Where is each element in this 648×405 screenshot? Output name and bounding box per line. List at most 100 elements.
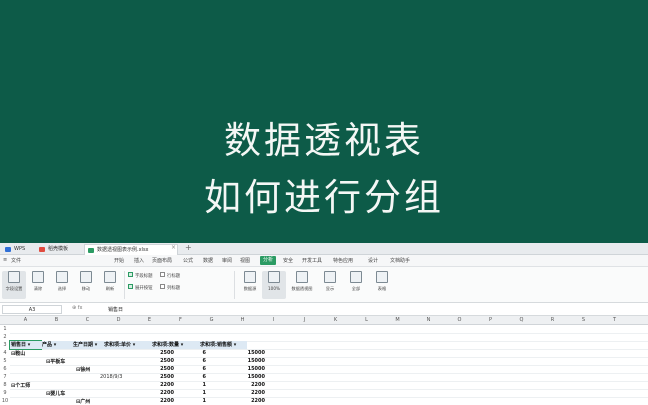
menu-page-layout[interactable]: 页面布局	[152, 257, 172, 264]
pivot-cell[interactable]: 2200	[134, 382, 174, 388]
row-header[interactable]: 5	[0, 358, 10, 364]
column-header[interactable]: J	[289, 317, 320, 323]
checkbox-col-headers[interactable]: 列标题	[160, 284, 180, 291]
column-header[interactable]: F	[165, 317, 196, 323]
row-header[interactable]: 4	[0, 350, 10, 356]
checkbox-field-headers[interactable]: 字段标题	[128, 272, 153, 279]
checkbox-row-headers[interactable]: 行标题	[160, 272, 180, 279]
row-header[interactable]: 10	[0, 398, 10, 404]
field-settings-button[interactable]: 字段设置	[2, 271, 26, 299]
pivot-header-cell[interactable]: 求和项:单价 ▾	[103, 341, 151, 349]
pivot-header-cell[interactable]: 求和项:销售额 ▾	[199, 341, 247, 349]
clear-button[interactable]: 清除	[26, 271, 50, 299]
menu-review[interactable]: 审阅	[222, 257, 232, 264]
table-button[interactable]: 表格	[370, 271, 394, 299]
menu-start[interactable]: 开始	[114, 257, 124, 264]
pivot-cell[interactable]: 2500	[134, 366, 174, 372]
name-box[interactable]: A3	[2, 305, 62, 314]
formula-function-icon[interactable]: ⊕ fx	[72, 305, 83, 311]
worksheet-grid[interactable]: 1234567891011销售日 ▾产品 ▾生产日期 ▾求和项:单价 ▾求和项:…	[0, 325, 648, 405]
row-header[interactable]: 9	[0, 390, 10, 396]
pivot-cell[interactable]: ⊟婴儿车	[46, 390, 65, 397]
pivot-cell[interactable]: ⊟平板车	[46, 358, 65, 365]
pivot-cell[interactable]: 1	[186, 398, 206, 404]
refresh-button[interactable]: 刷新	[98, 271, 122, 299]
menu-developer[interactable]: 开发工具	[302, 257, 322, 264]
row-header[interactable]: 8	[0, 382, 10, 388]
column-header[interactable]: A	[10, 317, 41, 323]
column-header[interactable]: Q	[506, 317, 537, 323]
pivot-cell[interactable]: ⊟广州	[76, 398, 90, 405]
pivot-chart-button[interactable]: 数据透视图	[290, 271, 314, 299]
pivot-cell[interactable]: 2200	[134, 390, 174, 396]
column-header[interactable]: L	[351, 317, 382, 323]
menu-doc-assistant[interactable]: 文档助手	[390, 257, 410, 264]
pivot-cell[interactable]: 2200	[222, 398, 265, 404]
tab-template[interactable]: 稻壳模板	[36, 244, 82, 255]
pivot-cell[interactable]: 15000	[222, 366, 265, 372]
show-button[interactable]: 显示	[318, 271, 342, 299]
pivot-header-cell[interactable]: 生产日期 ▾	[72, 341, 103, 349]
pivot-cell[interactable]: 1	[186, 382, 206, 388]
pivot-cell[interactable]: 2018/9/3	[100, 374, 122, 380]
column-header[interactable]: I	[258, 317, 289, 323]
pivot-cell[interactable]: 2500	[134, 358, 174, 364]
all-button[interactable]: 全部	[344, 271, 368, 299]
pivot-cell[interactable]: 2200	[134, 398, 174, 404]
menu-analyze[interactable]: 分析	[260, 256, 277, 265]
pivot-header-cell[interactable]: 产品 ▾	[41, 341, 72, 349]
column-header[interactable]: H	[227, 317, 258, 323]
pivot-header-cell[interactable]: 求和项:数量 ▾	[151, 341, 199, 349]
pivot-cell[interactable]: 2500	[134, 374, 174, 380]
menu-file[interactable]: 文件	[11, 257, 21, 264]
column-header[interactable]: M	[382, 317, 413, 323]
select-button[interactable]: 选择	[50, 271, 74, 299]
pivot-cell[interactable]: 15000	[222, 350, 265, 356]
tab-active-workbook[interactable]: 数据透视图表示例.xlsx	[84, 244, 178, 255]
pivot-cell[interactable]: 15000	[222, 374, 265, 380]
menu-featured[interactable]: 特色应用	[333, 257, 353, 264]
column-header[interactable]: P	[475, 317, 506, 323]
pivot-cell[interactable]: 6	[186, 366, 206, 372]
pivot-cell[interactable]: 6	[186, 358, 206, 364]
pivot-cell[interactable]: 2200	[222, 382, 265, 388]
pivot-cell[interactable]: ⊟个工师	[11, 382, 30, 389]
formula-input[interactable]: 销售日	[108, 306, 123, 313]
menu-data[interactable]: 数据	[203, 257, 213, 264]
column-header[interactable]: S	[568, 317, 599, 323]
pivot-cell[interactable]: 1	[186, 390, 206, 396]
menu-view[interactable]: 视图	[240, 257, 250, 264]
column-header[interactable]: E	[134, 317, 165, 323]
column-header[interactable]: C	[72, 317, 103, 323]
column-header[interactable]: R	[537, 317, 568, 323]
menu-design[interactable]: 设计	[368, 257, 378, 264]
pivot-cell[interactable]: 2500	[134, 350, 174, 356]
checkbox-expand-buttons[interactable]: 展开按钮	[128, 284, 153, 291]
pivot-cell[interactable]: 6	[186, 374, 206, 380]
pivot-cell[interactable]: ⊟鞍山	[11, 350, 25, 357]
pivot-cell[interactable]: 2200	[222, 390, 265, 396]
row-header[interactable]: 6	[0, 366, 10, 372]
data-source-button[interactable]: 数据源	[238, 271, 262, 299]
menu-insert[interactable]: 插入	[134, 257, 144, 264]
column-header[interactable]: B	[41, 317, 72, 323]
new-tab-icon[interactable]: +	[185, 243, 192, 252]
zoom-button[interactable]: 100%	[262, 271, 286, 299]
column-header[interactable]: N	[413, 317, 444, 323]
column-header[interactable]: G	[196, 317, 227, 323]
hamburger-menu-icon[interactable]: ≡	[3, 257, 7, 263]
column-header[interactable]: T	[599, 317, 630, 323]
row-header[interactable]: 2	[0, 334, 10, 340]
pivot-cell[interactable]: 15000	[222, 358, 265, 364]
column-header[interactable]: K	[320, 317, 351, 323]
pivot-header-cell[interactable]: 销售日 ▾	[9, 340, 42, 350]
menu-formulas[interactable]: 公式	[183, 257, 193, 264]
pivot-cell[interactable]: ⊟徐州	[76, 366, 90, 373]
close-tab-icon[interactable]: ×	[171, 244, 176, 251]
row-header[interactable]: 7	[0, 374, 10, 380]
row-header[interactable]: 1	[0, 326, 10, 332]
move-button[interactable]: 移动	[74, 271, 98, 299]
row-header[interactable]: 3	[0, 342, 10, 348]
column-header[interactable]: O	[444, 317, 475, 323]
column-header[interactable]: D	[103, 317, 134, 323]
